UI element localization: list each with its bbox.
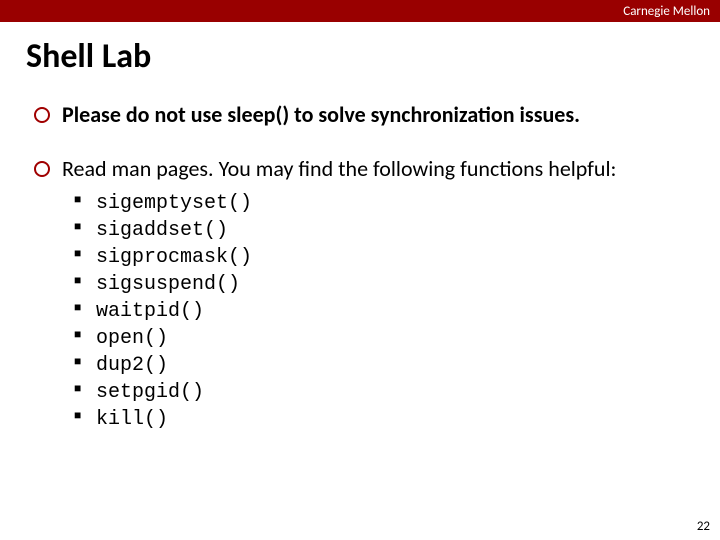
header-banner: Carnegie Mellon bbox=[0, 0, 720, 22]
function-item: setpgid() bbox=[70, 379, 720, 406]
bullet-list: Please do not use sleep() to solve synch… bbox=[28, 101, 720, 433]
slide: Carnegie Mellon Shell Lab Please do not … bbox=[0, 0, 720, 540]
function-item: dup2() bbox=[70, 352, 720, 379]
function-item: sigaddset() bbox=[70, 217, 720, 244]
function-item: sigprocmask() bbox=[70, 244, 720, 271]
function-item: kill() bbox=[70, 406, 720, 433]
slide-content: Please do not use sleep() to solve synch… bbox=[28, 101, 720, 433]
org-name: Carnegie Mellon bbox=[623, 4, 710, 19]
page-number: 22 bbox=[697, 519, 710, 534]
bullet-item: Read man pages. You may find the followi… bbox=[28, 155, 720, 434]
function-item: open() bbox=[70, 325, 720, 352]
bullet-item: Please do not use sleep() to solve synch… bbox=[28, 101, 720, 129]
function-item: sigsuspend() bbox=[70, 271, 720, 298]
function-item: sigemptyset() bbox=[70, 190, 720, 217]
function-item: waitpid() bbox=[70, 298, 720, 325]
bullet-text: Read man pages. You may find the followi… bbox=[62, 155, 616, 182]
slide-title: Shell Lab bbox=[26, 36, 720, 77]
bullet-text: Please do not use sleep() to solve synch… bbox=[62, 101, 580, 128]
function-list: sigemptyset() sigaddset() sigprocmask() … bbox=[70, 190, 720, 433]
